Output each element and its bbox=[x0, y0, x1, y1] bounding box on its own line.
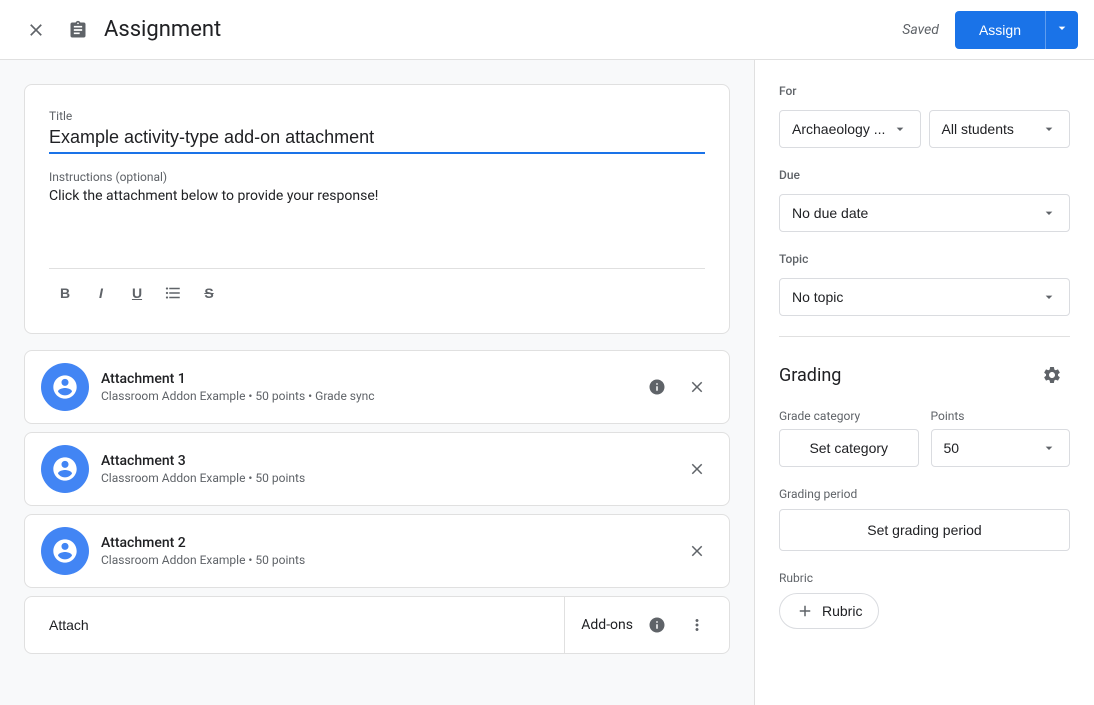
instructions-field-group: Instructions (optional) Click the attach… bbox=[49, 170, 705, 252]
addons-more-button[interactable] bbox=[681, 609, 713, 641]
points-label: Points bbox=[931, 409, 1071, 423]
set-grading-period-button[interactable]: Set grading period bbox=[779, 509, 1070, 551]
attachment-3-subtitle: Classroom Addon Example • 50 points bbox=[101, 471, 669, 485]
attachment-3-remove-button[interactable] bbox=[681, 453, 713, 485]
attachment-2-icon bbox=[41, 527, 89, 575]
attachment-item: Attachment 3 Classroom Addon Example • 5… bbox=[24, 432, 730, 506]
grade-row: Grade category Set category Points 50 bbox=[779, 409, 1070, 467]
due-dropdown[interactable]: No due date bbox=[779, 194, 1070, 232]
due-value: No due date bbox=[792, 205, 868, 221]
title-input[interactable] bbox=[49, 127, 705, 154]
attachment-1-info-button[interactable] bbox=[641, 371, 673, 403]
rubric-label: Rubric bbox=[779, 571, 1070, 585]
students-dropdown[interactable]: All students bbox=[929, 110, 1071, 148]
form-card: Title Instructions (optional) Click the … bbox=[24, 84, 730, 334]
topic-value: No topic bbox=[792, 289, 843, 305]
page-title: Assignment bbox=[104, 17, 902, 42]
class-dropdown[interactable]: Archaeology ... bbox=[779, 110, 921, 148]
attachment-item: Attachment 2 Classroom Addon Example • 5… bbox=[24, 514, 730, 588]
addons-info-button[interactable] bbox=[641, 609, 673, 641]
attachment-1-info: Attachment 1 Classroom Addon Example • 5… bbox=[101, 371, 629, 403]
students-value: All students bbox=[942, 121, 1014, 137]
attachment-1-icon bbox=[41, 363, 89, 411]
italic-button[interactable]: I bbox=[85, 277, 117, 309]
attachment-3-actions bbox=[681, 453, 713, 485]
attach-button[interactable]: Attach bbox=[25, 597, 564, 653]
bold-button[interactable]: B bbox=[49, 277, 81, 309]
instructions-label: Instructions (optional) bbox=[49, 170, 705, 184]
saved-status: Saved bbox=[902, 22, 939, 38]
assign-dropdown-button[interactable] bbox=[1045, 11, 1078, 49]
title-field-group: Title bbox=[49, 109, 705, 154]
attachment-2-name: Attachment 2 bbox=[101, 535, 669, 551]
add-rubric-label: Rubric bbox=[822, 603, 862, 619]
grading-header: Grading bbox=[779, 357, 1070, 393]
title-label: Title bbox=[49, 109, 705, 123]
attachment-1-actions bbox=[641, 371, 713, 403]
topic-dropdown[interactable]: No topic bbox=[779, 278, 1070, 316]
assign-button[interactable]: Assign bbox=[955, 11, 1045, 49]
main-layout: Title Instructions (optional) Click the … bbox=[0, 60, 1094, 705]
list-button[interactable] bbox=[157, 277, 189, 309]
for-label: For bbox=[779, 84, 1070, 98]
bottom-bar: Attach Add-ons bbox=[24, 596, 730, 654]
grade-category-label: Grade category bbox=[779, 409, 919, 423]
attachment-1-name: Attachment 1 bbox=[101, 371, 629, 387]
grade-category-col: Grade category Set category bbox=[779, 409, 919, 467]
topic-label: Topic bbox=[779, 252, 1070, 266]
left-panel: Title Instructions (optional) Click the … bbox=[0, 60, 754, 705]
due-label: Due bbox=[779, 168, 1070, 182]
text-toolbar: B I U S bbox=[49, 268, 705, 309]
points-value: 50 bbox=[944, 440, 960, 456]
grading-settings-button[interactable] bbox=[1034, 357, 1070, 393]
set-category-button[interactable]: Set category bbox=[779, 429, 919, 467]
for-dropdowns: Archaeology ... All students bbox=[779, 110, 1070, 148]
grade-points-col: Points 50 bbox=[931, 409, 1071, 467]
attachment-2-remove-button[interactable] bbox=[681, 535, 713, 567]
attachment-2-subtitle: Classroom Addon Example • 50 points bbox=[101, 553, 669, 567]
addons-section: Add-ons bbox=[564, 597, 729, 653]
attachment-1-remove-button[interactable] bbox=[681, 371, 713, 403]
strikethrough-button[interactable]: S bbox=[193, 277, 225, 309]
close-button[interactable] bbox=[16, 10, 56, 50]
divider bbox=[779, 336, 1070, 337]
attachment-3-icon bbox=[41, 445, 89, 493]
attachment-1-subtitle: Classroom Addon Example • 50 points • Gr… bbox=[101, 389, 629, 403]
attachments-list: Attachment 1 Classroom Addon Example • 5… bbox=[24, 350, 730, 588]
attachment-3-info: Attachment 3 Classroom Addon Example • 5… bbox=[101, 453, 669, 485]
instructions-input[interactable]: Click the attachment below to provide yo… bbox=[49, 188, 705, 248]
class-value: Archaeology ... bbox=[792, 121, 885, 137]
attachment-3-name: Attachment 3 bbox=[101, 453, 669, 469]
assignment-icon bbox=[60, 12, 96, 48]
grading-period-label: Grading period bbox=[779, 487, 1070, 501]
attachment-2-info: Attachment 2 Classroom Addon Example • 5… bbox=[101, 535, 669, 567]
header: Assignment Saved Assign bbox=[0, 0, 1094, 60]
attachment-2-actions bbox=[681, 535, 713, 567]
points-dropdown[interactable]: 50 bbox=[931, 429, 1071, 467]
add-rubric-button[interactable]: Rubric bbox=[779, 593, 879, 629]
underline-button[interactable]: U bbox=[121, 277, 153, 309]
attachment-item: Attachment 1 Classroom Addon Example • 5… bbox=[24, 350, 730, 424]
right-panel: For Archaeology ... All students Due No … bbox=[754, 60, 1094, 705]
grading-title: Grading bbox=[779, 365, 841, 386]
addons-label: Add-ons bbox=[581, 617, 633, 633]
